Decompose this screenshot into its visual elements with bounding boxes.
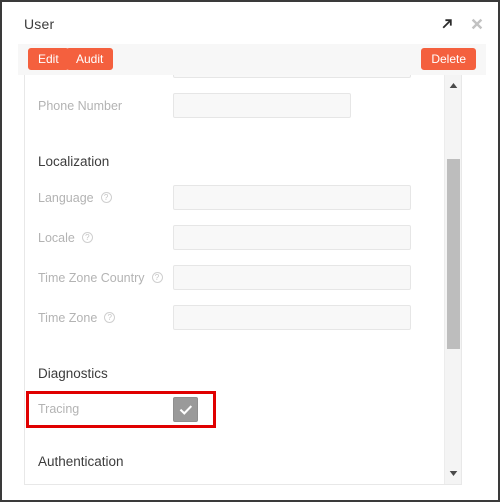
tracing-label-text: Tracing — [38, 402, 80, 416]
audit-button[interactable]: Audit — [66, 48, 114, 70]
close-icon[interactable] — [468, 15, 486, 33]
section-title-diagnostics: Diagnostics — [38, 366, 108, 381]
field-row-language: Language? — [25, 180, 461, 220]
dialog-titlebar: User — [4, 4, 498, 44]
help-icon[interactable]: ? — [81, 232, 93, 243]
time-zone-label: Time Zone? — [38, 311, 116, 325]
section-title-authentication: Authentication — [38, 454, 124, 469]
scroll-up-arrow-icon[interactable] — [445, 77, 461, 94]
tracing-label: Tracing — [38, 402, 79, 416]
field-row-next-clipped — [25, 480, 461, 484]
delete-button[interactable]: Delete — [421, 48, 476, 70]
scroll-down-arrow-icon[interactable] — [445, 465, 461, 482]
section-title-localization: Localization — [38, 154, 110, 169]
edit-button[interactable]: Edit — [28, 48, 69, 70]
locale-input[interactable] — [173, 225, 411, 250]
section-header-authentication: Authentication — [25, 442, 461, 480]
user-dialog: User Edit Audit Delete Phone Number Loca… — [4, 4, 498, 492]
language-label: Language? — [38, 191, 112, 205]
field-row-locale: Locale? — [25, 220, 461, 260]
field-row-phone-number: Phone Number — [25, 88, 461, 128]
field-row-time-zone-country: Time Zone Country? — [25, 260, 461, 300]
time-zone-country-input[interactable] — [173, 265, 411, 290]
locale-label-text: Locale — [38, 231, 75, 245]
phone-number-label: Phone Number — [38, 99, 122, 113]
time-zone-input[interactable] — [173, 305, 411, 330]
locale-label: Locale? — [38, 231, 93, 245]
help-icon[interactable]: ? — [104, 312, 116, 323]
help-icon[interactable]: ? — [100, 192, 112, 203]
time-zone-country-label-text: Time Zone Country — [38, 271, 145, 285]
phone-number-input[interactable] — [173, 93, 351, 118]
time-zone-country-label: Time Zone Country? — [38, 271, 163, 285]
email-address-input[interactable] — [173, 75, 411, 78]
time-zone-label-text: Time Zone — [38, 311, 98, 325]
field-row-time-zone: Time Zone? — [25, 300, 461, 340]
language-label-text: Language — [38, 191, 94, 205]
field-row-tracing: Tracing — [25, 392, 461, 428]
field-row-email-address: Email Address? — [25, 75, 461, 88]
section-header-diagnostics: Diagnostics — [25, 354, 461, 392]
expand-arrow-icon[interactable] — [438, 15, 456, 33]
tracing-checkbox[interactable] — [173, 397, 198, 422]
page-title: User — [24, 16, 55, 32]
language-input[interactable] — [173, 185, 411, 210]
titlebar-actions — [438, 15, 486, 33]
scrollbar-thumb[interactable] — [447, 159, 460, 349]
dialog-bottom-gutter — [4, 490, 498, 498]
form-content: Email Address? Phone Number Localization — [25, 75, 461, 484]
vertical-scrollbar[interactable] — [444, 75, 461, 484]
dialog-toolbar: Edit Audit Delete — [18, 44, 486, 75]
screenshot-frame: User Edit Audit Delete Phone Number Loca… — [0, 0, 500, 502]
form-panel: Email Address? Phone Number Localization — [24, 75, 462, 485]
checkmark-icon — [179, 404, 192, 415]
help-icon[interactable]: ? — [151, 272, 163, 283]
phone-number-label-text: Phone Number — [38, 99, 123, 113]
section-header-localization: Localization — [25, 142, 461, 180]
